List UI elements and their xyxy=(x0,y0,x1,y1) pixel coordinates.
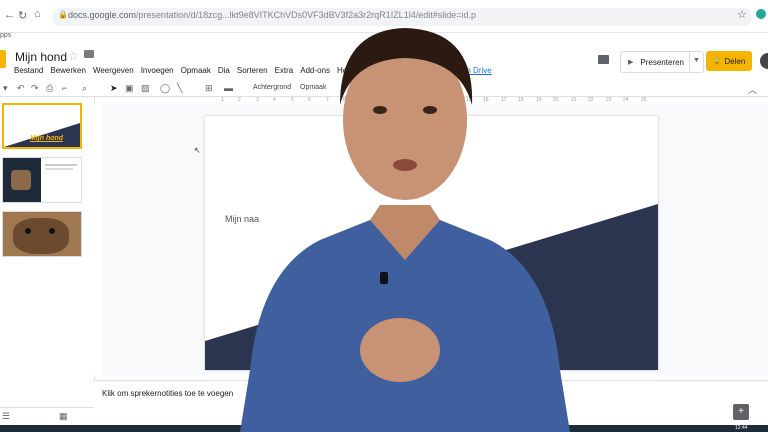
text-box-icon[interactable]: ▣ xyxy=(125,83,134,94)
thumb1-title: Mijn hond xyxy=(30,135,64,142)
menu-item-insert[interactable]: Invoegen xyxy=(141,66,174,75)
extension-icon[interactable] xyxy=(756,9,766,19)
ruler-tick-label: 25 xyxy=(641,97,647,103)
list-view-icon[interactable]: ☰ xyxy=(2,411,10,422)
mouse-cursor-icon: ↖ xyxy=(194,146,201,155)
thumb3-dog-face xyxy=(13,218,69,254)
bookmark-star-icon[interactable]: ☆ xyxy=(737,8,747,21)
print-icon[interactable]: ⎙ xyxy=(46,83,53,94)
shape-icon[interactable]: ◯ xyxy=(160,83,170,94)
vertical-ruler xyxy=(94,105,102,375)
zoom-icon[interactable]: ⌕ xyxy=(82,83,87,94)
present-divider xyxy=(689,52,690,72)
menu-item-view[interactable]: Weergeven xyxy=(93,66,134,75)
presenter-eye xyxy=(373,106,387,114)
menu-item-slide[interactable]: Dia xyxy=(218,66,230,75)
slides-logo[interactable] xyxy=(0,50,6,68)
ruler-tick-label: 24 xyxy=(623,97,629,103)
presenter-eye xyxy=(423,106,437,114)
lapel-microphone xyxy=(380,272,388,284)
thumb2-dog xyxy=(11,170,31,190)
presenter-video-overlay xyxy=(240,28,570,432)
bookmarks-apps-label[interactable]: pps xyxy=(0,32,11,39)
play-icon: ▶ xyxy=(628,59,634,66)
lock-icon: 🔒 xyxy=(58,10,68,19)
fill-color-icon[interactable]: ▬ xyxy=(224,83,233,93)
thumb3-eye xyxy=(49,228,55,234)
slide-thumbnail-1[interactable]: Mijn hond xyxy=(2,103,82,149)
select-cursor-icon[interactable]: ➤ xyxy=(110,83,118,94)
line-icon[interactable]: ╲ xyxy=(177,83,182,94)
undo-icon[interactable]: ↶ xyxy=(17,83,25,94)
ruler-tick-label: 21 xyxy=(571,97,577,103)
filmstrip-footer xyxy=(0,407,94,426)
ruler-tick-label: 1 xyxy=(221,97,224,103)
ruler-tick-label: 22 xyxy=(588,97,594,103)
lock-icon: 🔒 xyxy=(712,58,722,65)
folder-icon[interactable] xyxy=(84,50,94,58)
document-title[interactable]: Mijn hond xyxy=(15,50,67,64)
ruler-tick-label: 23 xyxy=(606,97,612,103)
present-button[interactable]: ▶ Presenteren ▼ xyxy=(620,51,704,73)
speaker-notes-placeholder[interactable]: Klik om sprekernotities toe te voegen xyxy=(102,389,233,398)
grid-view-icon[interactable]: ▦ xyxy=(59,411,68,422)
star-icon[interactable]: ☆ xyxy=(68,49,79,63)
present-label: Presenteren xyxy=(640,57,684,67)
reload-icon[interactable]: ↻ xyxy=(18,9,27,22)
menu-item-file[interactable]: Bestand xyxy=(14,66,43,75)
thumb3-eye xyxy=(25,228,31,234)
back-arrow-icon[interactable]: ← xyxy=(4,9,15,21)
chevron-up-icon[interactable]: ︿ xyxy=(748,83,757,96)
slide-thumbnail-3[interactable] xyxy=(2,211,82,257)
presenter-hands xyxy=(360,318,440,382)
presenter-mouth xyxy=(393,159,417,171)
thumb2-text-line xyxy=(45,164,77,166)
share-label: Delen xyxy=(724,56,746,66)
comment-add-icon[interactable]: ⊞ xyxy=(205,83,213,94)
menu-item-format[interactable]: Opmaak xyxy=(181,66,211,75)
taskbar-clock: 12:44 xyxy=(735,425,748,431)
home-icon[interactable]: ⌂ xyxy=(34,8,41,20)
redo-icon[interactable]: ↷ xyxy=(31,83,39,94)
chevron-down-icon[interactable]: ▼ xyxy=(693,57,700,64)
thumb2-text-line xyxy=(45,168,73,170)
menu-item-edit[interactable]: Bewerken xyxy=(50,66,86,75)
explore-icon[interactable]: + xyxy=(733,404,749,420)
new-slide-icon[interactable]: ▾ xyxy=(3,83,8,94)
image-icon[interactable]: ▨ xyxy=(141,83,150,94)
paint-format-icon[interactable]: ⌐ xyxy=(62,83,67,93)
slide-thumbnail-2[interactable] xyxy=(2,157,82,203)
share-button[interactable]: 🔒 Delen xyxy=(706,51,752,71)
comment-icon[interactable] xyxy=(598,55,609,64)
url-host: docs.google.com xyxy=(68,10,137,20)
